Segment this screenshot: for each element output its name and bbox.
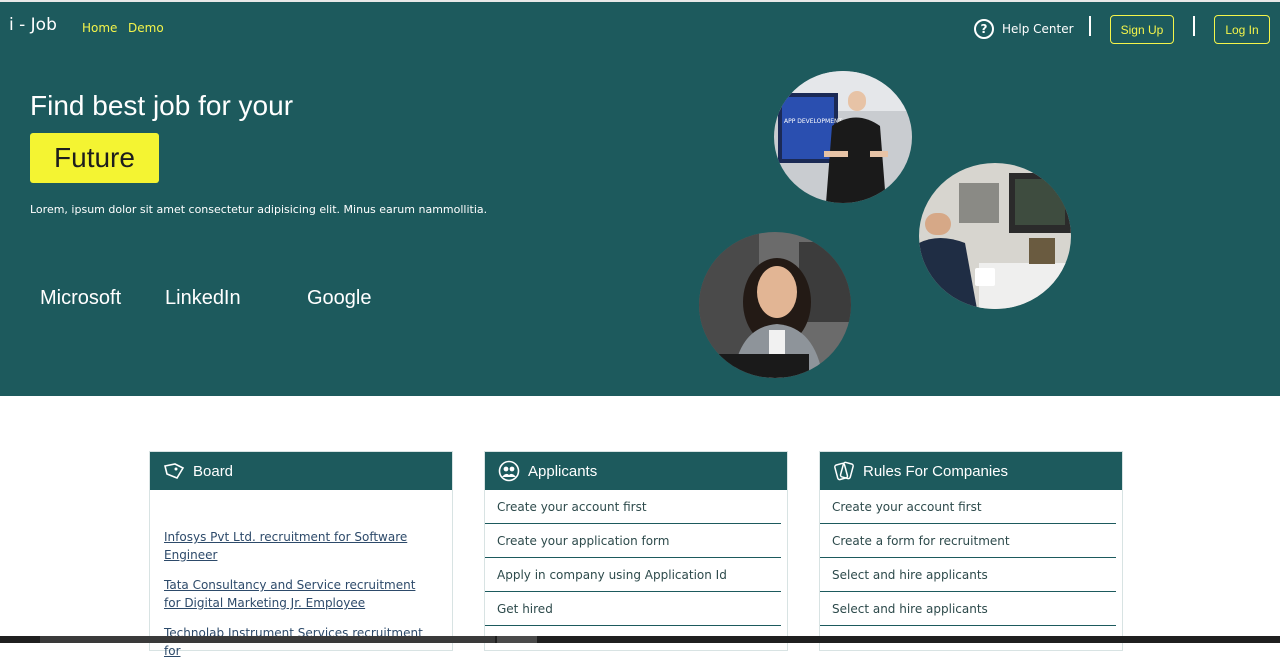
- users-icon: [498, 460, 520, 482]
- hero-highlight: Future: [30, 133, 159, 183]
- sign-up-button[interactable]: Sign Up: [1110, 15, 1174, 44]
- board-card-title: Board: [193, 462, 234, 480]
- applicants-card-header: Applicants: [485, 452, 787, 490]
- nav-divider: [1089, 16, 1091, 36]
- hero-section: i - Job Home Demo ? Help Center Sign Up …: [0, 0, 1280, 396]
- company-microsoft: Microsoft: [40, 287, 122, 309]
- list-item[interactable]: Apply in company using Application Id: [485, 558, 781, 592]
- brand-logo[interactable]: i - Job: [9, 15, 57, 35]
- nav-demo-link[interactable]: Demo: [128, 21, 164, 35]
- board-card: Board Infosys Pvt Ltd. recruitment for S…: [149, 451, 453, 658]
- nav-divider: [1193, 16, 1195, 36]
- rules-card: Rules For Companies Create your account …: [819, 451, 1123, 651]
- list-item[interactable]: Create your account first: [820, 490, 1116, 524]
- tag-icon: [164, 463, 185, 479]
- help-center-label: Help Center: [1002, 22, 1074, 36]
- photo-presenter: APP DEVELOPMENT: [774, 71, 912, 203]
- company-google: Google: [307, 287, 372, 309]
- taskbar-app[interactable]: [497, 636, 537, 643]
- rules-card-title: Rules For Companies: [863, 462, 1009, 480]
- log-in-button[interactable]: Log In: [1214, 15, 1270, 44]
- list-item[interactable]: Create a form for recruitment: [820, 524, 1116, 558]
- board-link-item[interactable]: Tata Consultancy and Service recruitment…: [164, 576, 432, 612]
- rules-card-header: Rules For Companies: [820, 452, 1122, 490]
- list-item[interactable]: Get hired: [485, 592, 781, 626]
- list-item[interactable]: Create your application form: [485, 524, 781, 558]
- applicants-card-title: Applicants: [528, 462, 598, 480]
- list-item[interactable]: Select and hire applicants: [820, 558, 1116, 592]
- applicants-card: Applicants Create your account first Cre…: [484, 451, 788, 651]
- os-taskbar: [0, 636, 1280, 643]
- hero-subtext: Lorem, ipsum dolor sit amet consectetur …: [30, 203, 488, 216]
- board-card-header: Board: [150, 452, 452, 490]
- photo-woman: [699, 232, 851, 378]
- photo-screen-text: APP DEVELOPMENT: [784, 118, 842, 125]
- company-linkedin: LinkedIn: [165, 287, 241, 309]
- cards-icon: [834, 461, 854, 481]
- board-link-item[interactable]: Infosys Pvt Ltd. recruitment for Softwar…: [164, 528, 432, 564]
- board-link-list: Infosys Pvt Ltd. recruitment for Softwar…: [150, 490, 452, 660]
- nav-home-link[interactable]: Home: [82, 21, 117, 35]
- list-item[interactable]: Select and hire applicants: [820, 592, 1116, 626]
- question-mark-icon: ?: [974, 19, 994, 39]
- hero-headline: Find best job for your: [30, 90, 294, 121]
- help-center-link[interactable]: ? Help Center: [974, 19, 1074, 39]
- taskbar-search[interactable]: [40, 636, 495, 643]
- list-item[interactable]: Create your account first: [485, 490, 781, 524]
- photo-developer: [919, 163, 1071, 309]
